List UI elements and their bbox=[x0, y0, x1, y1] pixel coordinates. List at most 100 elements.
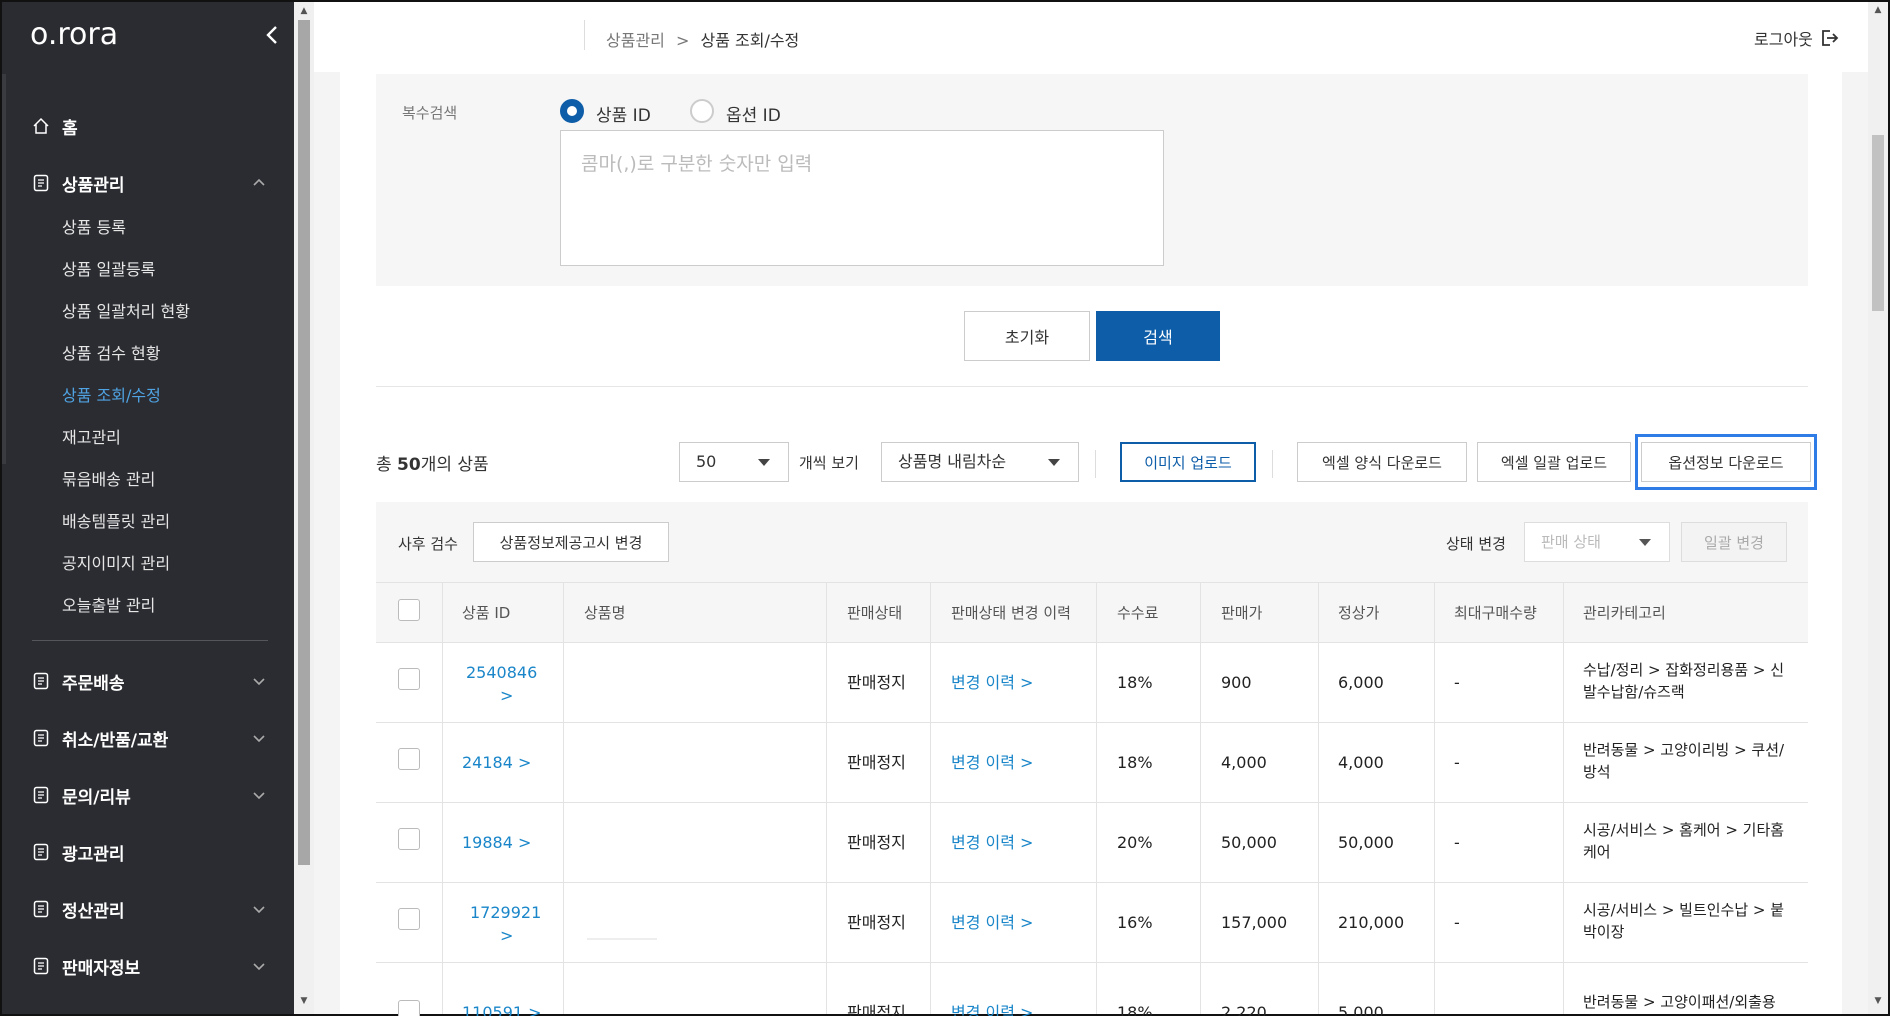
sidebar-item-label: 정산관리 bbox=[62, 901, 125, 922]
radio-option-id-label[interactable]: 옵션 ID bbox=[726, 101, 781, 126]
page-size-select[interactable]: 50 bbox=[679, 442, 789, 482]
category-line-2: 케어 bbox=[1583, 843, 1611, 861]
status-history-link[interactable]: 변경 이력 > bbox=[951, 912, 1033, 934]
document-icon bbox=[33, 174, 49, 192]
sale-status: 판매정지 bbox=[847, 673, 906, 692]
select-all-checkbox[interactable] bbox=[398, 599, 420, 621]
sale-status-select[interactable]: 판매 상태 bbox=[1524, 522, 1670, 562]
row-checkbox[interactable] bbox=[398, 908, 420, 930]
row-checkbox[interactable] bbox=[398, 828, 420, 850]
scroll-down-arrow-icon[interactable]: ▼ bbox=[298, 995, 310, 1007]
chevron-down-icon bbox=[253, 678, 265, 686]
breadcrumb-current: 상품 조회/수정 bbox=[700, 31, 800, 50]
row-checkbox[interactable] bbox=[398, 748, 420, 770]
row-checkbox[interactable] bbox=[398, 668, 420, 690]
radio-option-id[interactable] bbox=[690, 99, 714, 123]
reset-button[interactable]: 초기화 bbox=[964, 311, 1090, 361]
sidebar-item-label: 문의/리뷰 bbox=[62, 787, 131, 808]
sale-status: 판매정지 bbox=[847, 833, 906, 852]
image-upload-button[interactable]: 이미지 업로드 bbox=[1120, 442, 1256, 482]
product-id-link[interactable]: 24184 > bbox=[462, 752, 531, 774]
sidebar-sub-inventory[interactable]: 재고관리 bbox=[62, 423, 121, 453]
sidebar-item-ads[interactable]: 광고관리 bbox=[2, 832, 294, 872]
sidebar-sub-product-search-edit[interactable]: 상품 조회/수정 bbox=[62, 381, 161, 411]
chevron-down-icon bbox=[253, 963, 265, 971]
multi-id-input[interactable]: 콤마(,)로 구분한 숫자만 입력 bbox=[560, 130, 1164, 266]
logo[interactable]: o.rora bbox=[30, 17, 118, 52]
scroll-down-arrow-icon[interactable]: ▼ bbox=[1872, 996, 1884, 1006]
logout-button[interactable]: 로그아웃 bbox=[1754, 26, 1839, 50]
price: 2,220 bbox=[1221, 1003, 1267, 1016]
scroll-up-arrow-icon[interactable]: ▲ bbox=[298, 5, 310, 17]
sidebar-sub-product-bulk-register[interactable]: 상품 일괄등록 bbox=[62, 255, 155, 285]
page-scrollbar-thumb[interactable] bbox=[1872, 135, 1884, 311]
product-id-chevron[interactable]: > bbox=[500, 925, 513, 947]
logout-icon bbox=[1821, 30, 1839, 46]
col-header-category: 관리카테고리 bbox=[1583, 604, 1666, 622]
post-review-label: 사후 검수 bbox=[398, 535, 458, 553]
sidebar-sub-bulk-status[interactable]: 상품 일괄처리 현황 bbox=[62, 297, 190, 327]
highlight-box bbox=[1635, 434, 1817, 490]
product-id-link[interactable]: 110591 > bbox=[462, 1002, 542, 1016]
sidebar-item-settlement[interactable]: 정산관리 bbox=[2, 889, 294, 929]
sort-select[interactable]: 상품명 내림차순 bbox=[881, 442, 1079, 482]
divider bbox=[376, 386, 1808, 387]
max-qty: - bbox=[1454, 913, 1460, 932]
max-qty: - bbox=[1454, 833, 1460, 852]
breadcrumb-parent[interactable]: 상품관리 bbox=[606, 31, 665, 50]
fee: 16% bbox=[1117, 913, 1153, 932]
product-id-link[interactable]: 1729921 bbox=[470, 902, 541, 924]
product-id-link[interactable]: 19884 > bbox=[462, 832, 531, 854]
row-checkbox[interactable] bbox=[398, 1000, 420, 1016]
sidebar-item-cancel-return[interactable]: 취소/반품/교환 bbox=[2, 718, 294, 758]
status-history-link[interactable]: 변경 이력 > bbox=[951, 672, 1033, 694]
col-header-sale-status: 판매상태 bbox=[847, 604, 903, 622]
collapse-sidebar-icon[interactable] bbox=[262, 24, 284, 46]
notice-change-button[interactable]: 상품정보제공고시 변경 bbox=[473, 522, 669, 562]
sidebar-sub-inspection-status[interactable]: 상품 검수 현황 bbox=[62, 339, 161, 369]
category-line-1: 반려동물 > 고양이패션/외출용 bbox=[1583, 993, 1776, 1011]
bulk-change-button[interactable]: 일괄 변경 bbox=[1681, 522, 1787, 562]
sidebar-item-home[interactable]: 홈 bbox=[2, 106, 294, 146]
sidebar-sub-bundle-shipping[interactable]: 묶음배송 관리 bbox=[62, 465, 155, 495]
category-line-1: 수납/정리 > 잡화정리용품 > 신 bbox=[1583, 661, 1785, 679]
sidebar-scrollbar-thumb[interactable] bbox=[298, 20, 310, 865]
scroll-up-arrow-icon[interactable]: ▲ bbox=[1872, 5, 1884, 15]
col-header-regular-price: 정상가 bbox=[1338, 604, 1380, 622]
sidebar-sub-notice-image[interactable]: 공지이미지 관리 bbox=[62, 549, 170, 579]
radio-product-id[interactable] bbox=[560, 99, 584, 123]
total-number: 50 bbox=[397, 455, 421, 475]
status-history-link[interactable]: 변경 이력 > bbox=[951, 832, 1033, 854]
sidebar-sub-shipping-template[interactable]: 배송템플릿 관리 bbox=[62, 507, 170, 537]
status-history-link[interactable]: 변경 이력 > bbox=[951, 1002, 1033, 1016]
sidebar-sub-today-departure[interactable]: 오늘출발 관리 bbox=[62, 591, 155, 621]
chevron-down-icon bbox=[253, 735, 265, 743]
sidebar-sub-product-register[interactable]: 상품 등록 bbox=[62, 213, 126, 243]
search-button[interactable]: 검색 bbox=[1096, 311, 1220, 361]
category-line-1: 시공/서비스 > 빌트인수납 > 붙 bbox=[1583, 901, 1785, 919]
sidebar-item-label: 홈 bbox=[62, 118, 78, 139]
sidebar-item-seller-info[interactable]: 판매자정보 bbox=[2, 946, 294, 986]
col-header-status-history: 판매상태 변경 이력 bbox=[951, 604, 1071, 622]
max-qty: - bbox=[1454, 673, 1460, 692]
regular-price: 5,000 bbox=[1338, 1003, 1384, 1016]
sidebar-item-inquiry-review[interactable]: 문의/리뷰 bbox=[2, 775, 294, 815]
category-line-2: 방석 bbox=[1583, 763, 1611, 781]
price: 157,000 bbox=[1221, 913, 1288, 932]
product-id-link[interactable]: 2540846 bbox=[466, 662, 537, 684]
fee: 18% bbox=[1117, 1003, 1153, 1016]
sidebar-item-label: 광고관리 bbox=[62, 844, 125, 865]
sidebar-item-product-mgmt[interactable]: 상품관리 bbox=[2, 163, 294, 203]
excel-bulk-upload-button[interactable]: 엑셀 일괄 업로드 bbox=[1477, 442, 1631, 482]
excel-form-download-button[interactable]: 엑셀 양식 다운로드 bbox=[1297, 442, 1467, 482]
max-qty: - bbox=[1454, 753, 1460, 772]
home-icon bbox=[33, 117, 49, 134]
sidebar-item-label: 취소/반품/교환 bbox=[62, 730, 169, 751]
sidebar-item-order-shipping[interactable]: 주문배송 bbox=[2, 661, 294, 701]
sidebar-item-label: 판매자정보 bbox=[62, 958, 141, 979]
sale-status: 판매정지 bbox=[847, 753, 906, 772]
status-history-link[interactable]: 변경 이력 > bbox=[951, 752, 1033, 774]
price: 900 bbox=[1221, 673, 1252, 692]
radio-product-id-label[interactable]: 상품 ID bbox=[596, 101, 651, 126]
product-id-chevron[interactable]: > bbox=[500, 685, 513, 707]
